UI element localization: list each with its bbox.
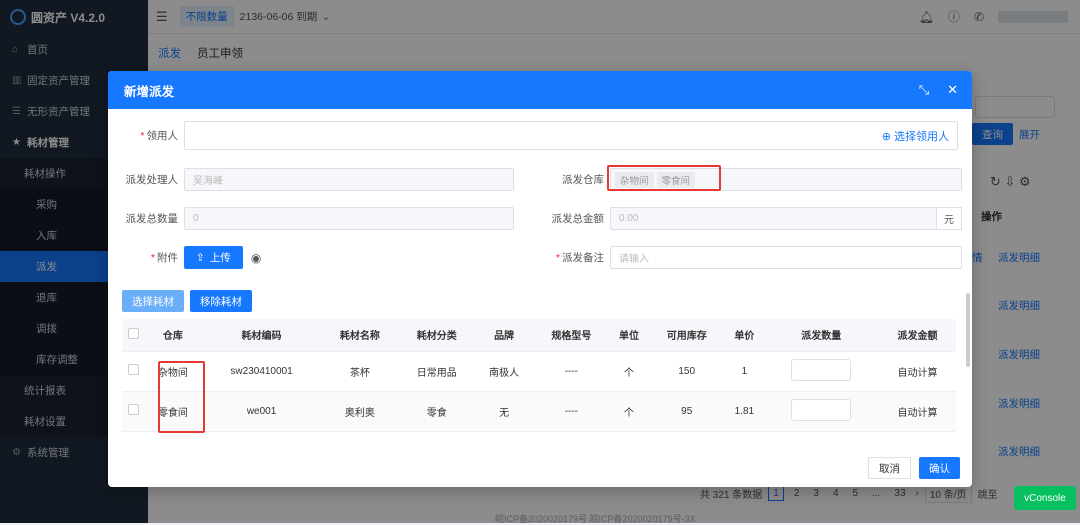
material-actions: 选择耗材 移除耗材 [122, 290, 252, 312]
dispatch-qty-input[interactable] [791, 358, 852, 381]
column-header: 单价 [725, 319, 764, 352]
table-row: 零食间 we001 奥利奥 零食 无 ---- 个 95 1.81 自动计算 [122, 391, 956, 432]
fullscreen-icon[interactable]: ⤡ [919, 82, 929, 98]
cell-stock: 95 [648, 391, 726, 432]
cell-category: 日常用品 [398, 351, 476, 392]
remove-material-button[interactable]: 移除耗材 [190, 290, 252, 312]
recipient-label: 领用人 [146, 130, 179, 142]
cell-price: 1.81 [725, 391, 764, 432]
select-recipient-link[interactable]: ⊕ 选择领用人 [882, 128, 949, 144]
total-amount-label: 派发总金额 [551, 213, 605, 225]
dispatch-qty-input[interactable] [791, 398, 852, 421]
modal-header: 新增派发 ⤡ ✕ [108, 71, 972, 109]
highlight-box [158, 361, 205, 433]
modal-footer: 取消 确认 [868, 457, 960, 479]
cell-unit: 个 [609, 351, 649, 392]
column-header: 规格型号 [532, 319, 610, 352]
total-amount-field: 0.00 [610, 207, 936, 230]
material-table: 仓库 耗材编码 耗材名称 耗材分类 品牌 规格型号 单位 可用库存 单价 派发数… [122, 319, 956, 432]
total-amount-row: 派发总金额 0.00 元 [534, 207, 962, 230]
cell-spec: ---- [532, 391, 610, 432]
remark-label: 派发备注 [562, 252, 604, 264]
column-header: 可用库存 [648, 319, 726, 352]
upload-button[interactable]: ⇪ 上传 [184, 246, 243, 269]
warehouse-row: 派发仓库 杂物间 零食间 [534, 168, 962, 191]
cell-category: 零食 [398, 391, 476, 432]
cell-amount: 自动计算 [878, 391, 956, 432]
remark-row: * 派发备注 请输入 [534, 246, 962, 269]
qty-input-cell [763, 391, 879, 432]
modal-scrollbar[interactable] [966, 293, 970, 367]
recipient-field[interactable]: ⊕ 选择领用人 [184, 121, 958, 150]
total-qty-row: 派发总数量 0 [108, 207, 514, 230]
vconsole-button[interactable]: vConsole [1014, 486, 1076, 510]
cell-code: we001 [201, 391, 322, 432]
cell-name: 奥利奥 [321, 391, 399, 432]
select-material-button[interactable]: 选择耗材 [122, 290, 184, 312]
upload-icon: ⇪ [196, 251, 205, 264]
modal-title: 新增派发 [124, 84, 175, 99]
confirm-button[interactable]: 确认 [919, 457, 960, 479]
plus-circle-icon: ⊕ [881, 130, 891, 143]
select-all-checkbox[interactable] [122, 319, 144, 352]
column-header: 仓库 [144, 319, 202, 352]
cell-spec: ---- [532, 351, 610, 392]
total-qty-field: 0 [184, 207, 514, 230]
total-qty-label: 派发总数量 [125, 213, 179, 225]
cell-unit: 个 [609, 391, 649, 432]
cell-amount: 自动计算 [878, 351, 956, 392]
column-header: 派发数量 [763, 319, 879, 352]
highlight-box [607, 165, 721, 191]
row-checkbox[interactable] [122, 391, 144, 432]
close-icon[interactable]: ✕ [947, 82, 958, 98]
remark-input[interactable]: 请输入 [610, 246, 962, 269]
handler-row: 派发处理人 吴海峰 [108, 168, 514, 191]
handler-label: 派发处理人 [125, 174, 179, 186]
handler-field: 吴海峰 [184, 168, 514, 191]
cell-brand: 无 [475, 391, 533, 432]
cell-code: sw230410001 [201, 351, 322, 392]
recipient-row: * 领用人 ⊕ 选择领用人 [108, 121, 958, 150]
eye-icon[interactable]: ◉ [251, 251, 261, 265]
column-header: 耗材编码 [201, 319, 322, 352]
column-header: 派发金额 [878, 319, 956, 352]
cell-name: 茶杯 [321, 351, 399, 392]
cell-price: 1 [725, 351, 764, 392]
dispatch-modal: 新增派发 ⤡ ✕ * 领用人 ⊕ 选择领用人 派发处理人 吴海峰 派发仓库 杂物间… [108, 71, 972, 487]
attachment-label: 附件 [157, 252, 178, 264]
column-header: 品牌 [475, 319, 533, 352]
column-header: 单位 [609, 319, 649, 352]
warehouse-label: 派发仓库 [562, 174, 604, 186]
column-header: 耗材名称 [321, 319, 399, 352]
currency-unit: 元 [936, 207, 962, 230]
table-header-row: 仓库 耗材编码 耗材名称 耗材分类 品牌 规格型号 单位 可用库存 单价 派发数… [122, 319, 956, 352]
cell-stock: 150 [648, 351, 726, 392]
cancel-button[interactable]: 取消 [868, 457, 911, 479]
row-checkbox[interactable] [122, 351, 144, 392]
attachment-row: * 附件 ⇪ 上传 ◉ [108, 246, 261, 269]
column-header: 耗材分类 [398, 319, 476, 352]
cell-brand: 南极人 [475, 351, 533, 392]
qty-input-cell [763, 351, 879, 392]
table-row: 杂物间 sw230410001 茶杯 日常用品 南极人 ---- 个 150 1… [122, 351, 956, 392]
